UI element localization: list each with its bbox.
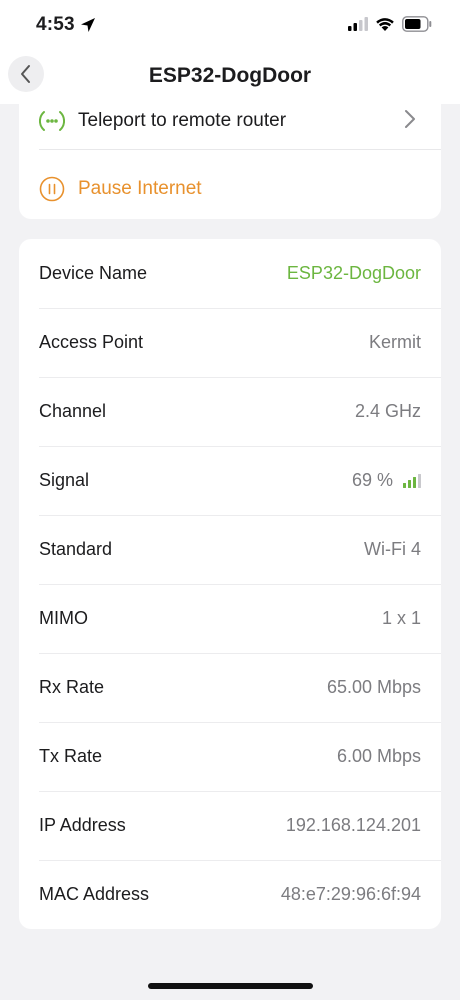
signal-strength-icon (403, 474, 421, 488)
info-value: 6.00 Mbps (336, 746, 421, 766)
home-indicator[interactable] (148, 983, 313, 989)
pause-internet-row[interactable]: Pause Internet (19, 159, 441, 219)
info-row-ip-address: IP Address 192.168.124.201 (19, 791, 441, 860)
info-label: Standard (39, 539, 113, 559)
info-value: Kermit (368, 332, 421, 352)
signal-bar (408, 480, 411, 488)
info-row-mimo: MIMO 1 x 1 (19, 584, 441, 653)
info-row-rx-rate: Rx Rate 65.00 Mbps (19, 653, 441, 722)
page-title: ESP32-DogDoor (148, 64, 312, 87)
info-row-standard: Standard Wi-Fi 4 (19, 515, 441, 584)
info-row-mac-address: MAC Address 48:e7:29:96:6f:94 (19, 860, 441, 929)
info-label: Rx Rate (39, 677, 105, 697)
info-label: Access Point (39, 332, 144, 352)
info-value: Wi-Fi 4 (364, 539, 421, 559)
cellular-signal-icon (348, 17, 368, 31)
info-value: 2.4 GHz (354, 401, 421, 421)
signal-bar (413, 477, 416, 488)
info-value: 48:e7:29:96:6f:94 (280, 884, 421, 904)
info-row-access-point: Access Point Kermit (19, 308, 441, 377)
status-time: 4:53 (36, 14, 75, 35)
info-label: Signal (39, 470, 90, 490)
wifi-icon (376, 18, 394, 31)
signal-bar (418, 474, 421, 488)
chevron-right-icon (405, 110, 415, 128)
info-row-tx-rate: Tx Rate 6.00 Mbps (19, 722, 441, 791)
info-label: IP Address (39, 815, 126, 835)
screen: 4:53 ESP32-DogDoor Teleport to remote ro… (0, 0, 460, 1000)
pause-internet-label: Pause Internet (78, 178, 202, 199)
actions-card: Teleport to remote router Pause Internet (19, 104, 441, 219)
info-label: Device Name (39, 263, 148, 283)
info-label: Channel (39, 401, 107, 421)
info-label: MAC Address (39, 884, 150, 904)
device-name-value[interactable]: ESP32-DogDoor (287, 263, 421, 284)
info-row-channel: Channel 2.4 GHz (19, 377, 441, 446)
info-value: 65.00 Mbps (326, 677, 421, 697)
battery-icon (402, 16, 432, 32)
status-bar: 4:53 (0, 0, 460, 52)
info-value: 1 x 1 (381, 608, 421, 628)
teleport-icon (39, 111, 65, 131)
info-label: MIMO (39, 608, 88, 628)
divider (39, 149, 441, 150)
signal-bar (403, 483, 406, 488)
info-row-signal: Signal 69 % (19, 446, 441, 515)
info-row-device-name: Device Name ESP32-DogDoor (19, 239, 441, 308)
info-value: 69 % (351, 470, 393, 490)
location-arrow-icon (81, 18, 95, 32)
pause-circle-icon (39, 176, 65, 202)
teleport-label: Teleport to remote router (78, 110, 287, 131)
device-info-card: Device Name ESP32-DogDoor Access Point K… (19, 239, 441, 929)
signal-value-group: 69 % (352, 470, 421, 491)
teleport-row[interactable]: Teleport to remote router (19, 91, 441, 151)
info-value: 192.168.124.201 (285, 815, 421, 835)
info-label: Tx Rate (39, 746, 103, 766)
